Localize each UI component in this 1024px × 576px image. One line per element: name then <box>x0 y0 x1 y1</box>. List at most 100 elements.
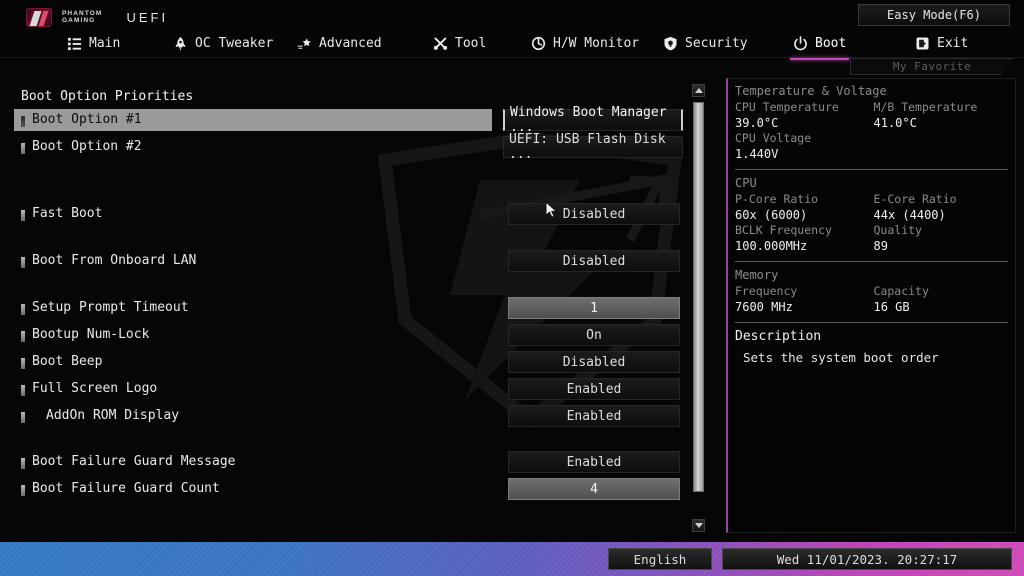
tab-main-label: Main <box>89 36 120 51</box>
description-title: Description <box>735 329 1008 344</box>
cpu-section-title: CPU <box>735 176 1008 190</box>
setting-value-bootup-num-lock[interactable]: On <box>508 324 680 346</box>
easy-mode-button[interactable]: Easy Mode(F6) <box>858 4 1010 26</box>
power-icon <box>793 36 808 51</box>
cpu-grid: P-Core Ratio E-Core Ratio 60x (6000) 44x… <box>735 192 1008 254</box>
settings-scrollbar[interactable] <box>691 84 707 532</box>
setting-value-boot-option-2[interactable]: UEFI: USB Flash Disk ... <box>503 136 683 158</box>
setting-row-fast-boot[interactable]: Fast Boot Disabled <box>0 203 692 227</box>
setting-value-boot-failure-guard-message[interactable]: Enabled <box>508 451 680 473</box>
brand-logo: PHANTOM GAMING UEFI <box>26 8 168 27</box>
setting-value-boot-beep[interactable]: Disabled <box>508 351 680 373</box>
list-icon <box>67 36 82 51</box>
tab-advanced[interactable]: Advanced <box>294 28 385 58</box>
setting-value-boot-from-onboard-lan[interactable]: Disabled <box>508 250 680 272</box>
temperature-voltage-title: Temperature & Voltage <box>735 84 1008 98</box>
star-shoot-icon <box>297 36 312 51</box>
setting-label: Fast Boot <box>32 206 102 221</box>
tab-my-favorite[interactable]: My Favorite <box>850 58 1014 75</box>
setting-value-boot-option-1[interactable]: Windows Boot Manager ... <box>503 109 683 131</box>
p-core-ratio-key: P-Core Ratio <box>735 192 870 207</box>
setting-label: Boot Option #1 <box>32 112 142 127</box>
tab-oc-tweaker[interactable]: OC Tweaker <box>170 28 276 58</box>
header-bar: PHANTOM GAMING UEFI Easy Mode(F6) Main <box>0 0 1024 58</box>
tab-tool[interactable]: Tool <box>430 28 489 58</box>
spacer-cell <box>874 146 1009 162</box>
temperature-voltage-grid: CPU Temperature M/B Temperature 39.0°C 4… <box>735 100 1008 162</box>
tab-exit-label: Exit <box>937 36 968 51</box>
tab-security-label: Security <box>685 36 748 51</box>
tools-icon <box>433 36 448 51</box>
language-button[interactable]: English <box>608 548 712 570</box>
setting-row-boot-beep[interactable]: Boot Beep Disabled <box>0 351 692 375</box>
tab-exit[interactable]: Exit <box>912 28 971 58</box>
memory-section-title: Memory <box>735 268 1008 282</box>
tab-advanced-label: Advanced <box>319 36 382 51</box>
memory-capacity-key: Capacity <box>874 284 1009 299</box>
tab-main[interactable]: Main <box>64 28 123 58</box>
row-bullet-icon <box>21 358 25 369</box>
setting-value-addon-rom-display[interactable]: Enabled <box>508 405 680 427</box>
memory-frequency-value: 7600 MHz <box>735 299 870 315</box>
divider <box>735 169 1008 170</box>
scroll-up-arrow-icon[interactable] <box>692 84 705 97</box>
row-bullet-icon <box>21 331 25 342</box>
setting-label: Bootup Num-Lock <box>32 327 149 342</box>
setting-row-boot-failure-guard-message[interactable]: Boot Failure Guard Message Enabled <box>0 451 692 475</box>
quality-key: Quality <box>874 223 1009 238</box>
shield-icon <box>663 36 678 51</box>
row-bullet-icon <box>21 485 25 496</box>
divider <box>735 322 1008 323</box>
datetime-display[interactable]: Wed 11/01/2023. 20:27:17 <box>722 548 1012 570</box>
scroll-down-arrow-icon[interactable] <box>692 519 705 532</box>
setting-row-setup-prompt-timeout[interactable]: Setup Prompt Timeout 1 <box>0 297 692 321</box>
setting-row-boot-option-2[interactable]: Boot Option #2 UEFI: USB Flash Disk ... <box>0 136 692 160</box>
setting-row-full-screen-logo[interactable]: Full Screen Logo Enabled <box>0 378 692 402</box>
mb-temperature-key: M/B Temperature <box>874 100 1009 115</box>
setting-value-fast-boot[interactable]: Disabled <box>508 203 680 225</box>
setting-value-setup-prompt-timeout[interactable]: 1 <box>508 297 680 319</box>
tab-hw-monitor-label: H/W Monitor <box>553 36 639 51</box>
system-info-panel: Temperature & Voltage CPU Temperature M/… <box>726 78 1016 533</box>
row-bullet-icon <box>21 412 25 423</box>
memory-grid: Frequency Capacity 7600 MHz 16 GB <box>735 284 1008 315</box>
phantom-gaming-wordmark: PHANTOM GAMING <box>62 11 102 24</box>
row-bullet-icon <box>21 116 25 127</box>
setting-label: Boot From Onboard LAN <box>32 253 196 268</box>
tab-security[interactable]: Security <box>660 28 751 58</box>
setting-label: Setup Prompt Timeout <box>32 300 189 315</box>
tab-hw-monitor[interactable]: H/W Monitor <box>528 28 642 58</box>
logo-line-2: GAMING <box>62 18 102 25</box>
exit-door-icon <box>915 36 930 51</box>
setting-row-boot-from-onboard-lan[interactable]: Boot From Onboard LAN Disabled <box>0 250 692 274</box>
setting-row-boot-option-1[interactable]: Boot Option #1 Windows Boot Manager ... <box>0 109 692 133</box>
memory-frequency-key: Frequency <box>735 284 870 299</box>
tab-oc-tweaker-label: OC Tweaker <box>195 36 273 51</box>
spacer-cell <box>874 131 1009 146</box>
bottom-status-bar: English Wed 11/01/2023. 20:27:17 <box>0 542 1024 576</box>
section-title: Boot Option Priorities <box>21 89 193 104</box>
row-bullet-icon <box>21 458 25 469</box>
description-text: Sets the system boot order <box>735 350 1008 365</box>
setting-row-bootup-num-lock[interactable]: Bootup Num-Lock On <box>0 324 692 348</box>
setting-value-full-screen-logo[interactable]: Enabled <box>508 378 680 400</box>
settings-list: Boot Option Priorities Boot Option #1 Wi… <box>0 78 692 533</box>
tab-boot[interactable]: Boot <box>790 28 849 58</box>
scrollbar-thumb[interactable] <box>693 102 704 492</box>
main-tab-bar: Main OC Tweaker Advanced <box>0 28 860 58</box>
setting-row-boot-failure-guard-count[interactable]: Boot Failure Guard Count 4 <box>0 478 692 502</box>
e-core-ratio-key: E-Core Ratio <box>874 192 1009 207</box>
setting-label: Boot Option #2 <box>32 139 142 154</box>
cpu-voltage-key: CPU Voltage <box>735 131 870 146</box>
setting-value-boot-failure-guard-count[interactable]: 4 <box>508 478 680 500</box>
mb-temperature-value: 41.0°C <box>874 115 1009 131</box>
cpu-temperature-value: 39.0°C <box>735 115 870 131</box>
bclk-frequency-key: BCLK Frequency <box>735 223 870 238</box>
setting-label: Boot Failure Guard Message <box>32 454 236 469</box>
setting-label: AddOn ROM Display <box>46 408 179 423</box>
setting-row-addon-rom-display[interactable]: AddOn ROM Display Enabled <box>0 405 692 429</box>
memory-capacity-value: 16 GB <box>874 299 1009 315</box>
e-core-ratio-value: 44x (4400) <box>874 207 1009 223</box>
uefi-wordmark: UEFI <box>126 10 168 25</box>
quality-value: 89 <box>874 238 1009 254</box>
